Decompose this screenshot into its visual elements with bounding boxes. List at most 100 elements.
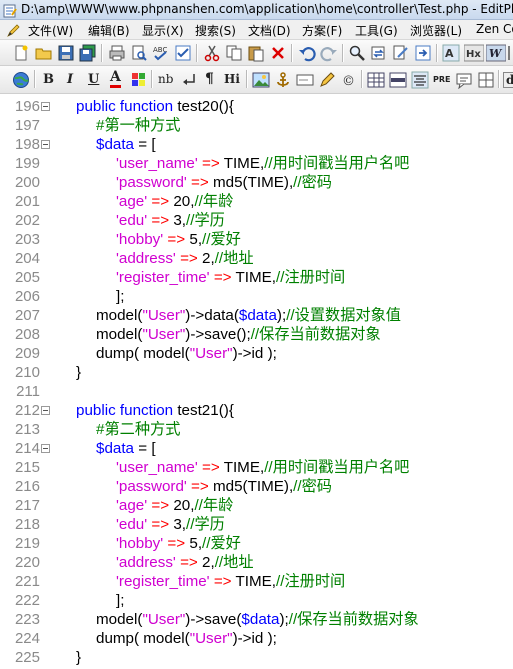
bold-button[interactable]: B bbox=[43, 72, 54, 87]
code-line[interactable]: 224 dump( model("User")->id ); bbox=[0, 629, 513, 648]
nbsp-button[interactable]: nb bbox=[158, 72, 173, 86]
goto-icon[interactable] bbox=[414, 44, 432, 62]
code-line[interactable]: 204 'address' => 2,//地址 bbox=[0, 249, 513, 268]
code-token-fn: } bbox=[76, 364, 82, 381]
menu-file[interactable]: 文件(W) bbox=[28, 22, 73, 39]
w-tag-icon[interactable]: W bbox=[486, 44, 506, 62]
edit-pencil-icon[interactable] bbox=[318, 71, 336, 89]
print-preview-icon[interactable] bbox=[130, 44, 148, 62]
code-line[interactable]: 215 'user_name' => TIME,//用时间戳当用户名吧 bbox=[0, 458, 513, 477]
code-line[interactable]: 216 'password' => md5(TIME),//密码 bbox=[0, 477, 513, 496]
menu-tools[interactable]: 工具(G) bbox=[355, 22, 398, 39]
code-line[interactable]: 223 model("User")->save($data);//保存当前数据对象 bbox=[0, 610, 513, 629]
font-color-button[interactable]: A bbox=[110, 70, 121, 88]
paragraph-button[interactable]: ¶ bbox=[205, 71, 214, 87]
menu-project[interactable]: 方案(F) bbox=[302, 22, 342, 39]
code-line[interactable]: 196 public function test20(){ bbox=[0, 97, 513, 116]
code-line[interactable]: 209 dump( model("User")->id ); bbox=[0, 344, 513, 363]
code-token-op: => bbox=[147, 193, 174, 210]
undo-icon[interactable] bbox=[298, 44, 316, 62]
word-wrap-icon[interactable]: A bbox=[442, 44, 460, 62]
menu-browser[interactable]: 浏览器(L) bbox=[410, 22, 462, 39]
editplus-app-icon[interactable] bbox=[3, 3, 17, 18]
color-palette-icon[interactable] bbox=[130, 71, 148, 89]
line-break-icon[interactable] bbox=[180, 71, 198, 89]
grid-icon[interactable] bbox=[477, 71, 495, 89]
overflow-icon[interactable] bbox=[506, 44, 513, 62]
menu-view[interactable]: 显示(X) bbox=[142, 22, 184, 39]
code-line[interactable]: 205 'register_time' => TIME,//注册时间 bbox=[0, 268, 513, 287]
code-token-fn: model( bbox=[96, 307, 143, 324]
replace-icon[interactable] bbox=[370, 44, 388, 62]
code-line[interactable]: 206]; bbox=[0, 287, 513, 306]
italic-button[interactable]: I bbox=[67, 72, 73, 87]
code-line[interactable]: 207 model("User")->data($data);//设置数据对象值 bbox=[0, 306, 513, 325]
heading-button[interactable]: Hi bbox=[224, 72, 240, 86]
code-line[interactable]: 198 $data = [ bbox=[0, 135, 513, 154]
code-line[interactable]: 201 'age' => 20,//年龄 bbox=[0, 192, 513, 211]
special-char-icon[interactable]: © bbox=[340, 71, 358, 89]
pre-button[interactable]: PRE bbox=[433, 75, 451, 84]
spell-check-icon[interactable]: ABC bbox=[152, 44, 170, 62]
paste-icon[interactable] bbox=[247, 44, 265, 62]
menu-document[interactable]: 文档(D) bbox=[248, 22, 291, 39]
code-token-op: => bbox=[163, 535, 190, 552]
code-token-fn: 5, bbox=[189, 535, 203, 552]
table-row-icon[interactable] bbox=[389, 71, 407, 89]
code-line[interactable]: 197 #第一种方式 bbox=[0, 116, 513, 135]
code-token-fn: TIME, bbox=[223, 459, 265, 476]
code-line[interactable]: 222]; bbox=[0, 591, 513, 610]
menu-edit[interactable]: 编辑(B) bbox=[88, 22, 130, 39]
align-center-icon[interactable] bbox=[411, 71, 429, 89]
print-icon[interactable] bbox=[108, 44, 126, 62]
new-file-icon[interactable] bbox=[12, 44, 30, 62]
find-icon[interactable] bbox=[348, 44, 366, 62]
redo-icon[interactable] bbox=[320, 44, 338, 62]
save-all-icon[interactable] bbox=[79, 44, 97, 62]
underline-button[interactable]: U bbox=[88, 72, 99, 87]
code-line[interactable]: 200 'password' => md5(TIME),//密码 bbox=[0, 173, 513, 192]
code-token-str: "User" bbox=[189, 630, 233, 647]
menu-search[interactable]: 搜索(S) bbox=[195, 22, 236, 39]
delete-icon[interactable] bbox=[269, 44, 287, 62]
code-line[interactable]: 208 model("User")->save();//保存当前数据对象 bbox=[0, 325, 513, 344]
code-token-op: => bbox=[197, 155, 224, 172]
code-line[interactable]: 202 'edu' => 3,//学历 bbox=[0, 211, 513, 230]
code-editor[interactable]: 196 public function test20(){197 #第一种方式 198… bbox=[0, 94, 513, 669]
code-line[interactable]: 219 'hobby' => 5,//爱好 bbox=[0, 534, 513, 553]
cut-icon[interactable] bbox=[203, 44, 221, 62]
fold-collapse-icon[interactable] bbox=[41, 444, 50, 453]
menu-zen-coding[interactable]: Zen Co bbox=[476, 22, 513, 36]
code-line[interactable]: 218 'edu' => 3,//学历 bbox=[0, 515, 513, 534]
code-token-cm: //用时间戳当用户名吧 bbox=[264, 459, 410, 476]
code-line[interactable]: 211 bbox=[0, 382, 513, 401]
image-icon[interactable] bbox=[252, 71, 270, 89]
code-line[interactable]: 199 'user_name' => TIME,//用时间戳当用户名吧 bbox=[0, 154, 513, 173]
code-line[interactable]: 220 'address' => 2,//地址 bbox=[0, 553, 513, 572]
code-line[interactable]: 212 public function test21(){ bbox=[0, 401, 513, 420]
d-button[interactable]: d bbox=[503, 72, 513, 88]
open-folder-icon[interactable] bbox=[35, 44, 53, 62]
anchor-icon[interactable] bbox=[274, 71, 292, 89]
save-icon[interactable] bbox=[57, 44, 75, 62]
code-line[interactable]: 214 $data = [ bbox=[0, 439, 513, 458]
table-icon[interactable] bbox=[367, 71, 385, 89]
document-menu-icon[interactable] bbox=[6, 23, 20, 37]
fold-collapse-icon[interactable] bbox=[41, 406, 50, 415]
code-line[interactable]: 225} bbox=[0, 648, 513, 667]
heading-tag-icon[interactable]: Hx bbox=[464, 44, 484, 62]
code-line[interactable]: 210} bbox=[0, 363, 513, 382]
form-icon[interactable] bbox=[296, 71, 314, 89]
browser-globe-icon[interactable] bbox=[12, 71, 30, 89]
copy-icon[interactable] bbox=[225, 44, 243, 62]
code-line[interactable]: 213 #第二种方式 bbox=[0, 420, 513, 439]
check-icon[interactable] bbox=[174, 44, 192, 62]
code-token-cm: //年龄 bbox=[194, 193, 234, 210]
code-line[interactable]: 217 'age' => 20,//年龄 bbox=[0, 496, 513, 515]
code-line[interactable]: 203 'hobby' => 5,//爱好 bbox=[0, 230, 513, 249]
fold-collapse-icon[interactable] bbox=[41, 102, 50, 111]
comment-tag-icon[interactable] bbox=[455, 71, 473, 89]
find-in-files-icon[interactable] bbox=[392, 44, 410, 62]
code-line[interactable]: 221 'register_time' => TIME,//注册时间 bbox=[0, 572, 513, 591]
fold-collapse-icon[interactable] bbox=[41, 140, 50, 149]
